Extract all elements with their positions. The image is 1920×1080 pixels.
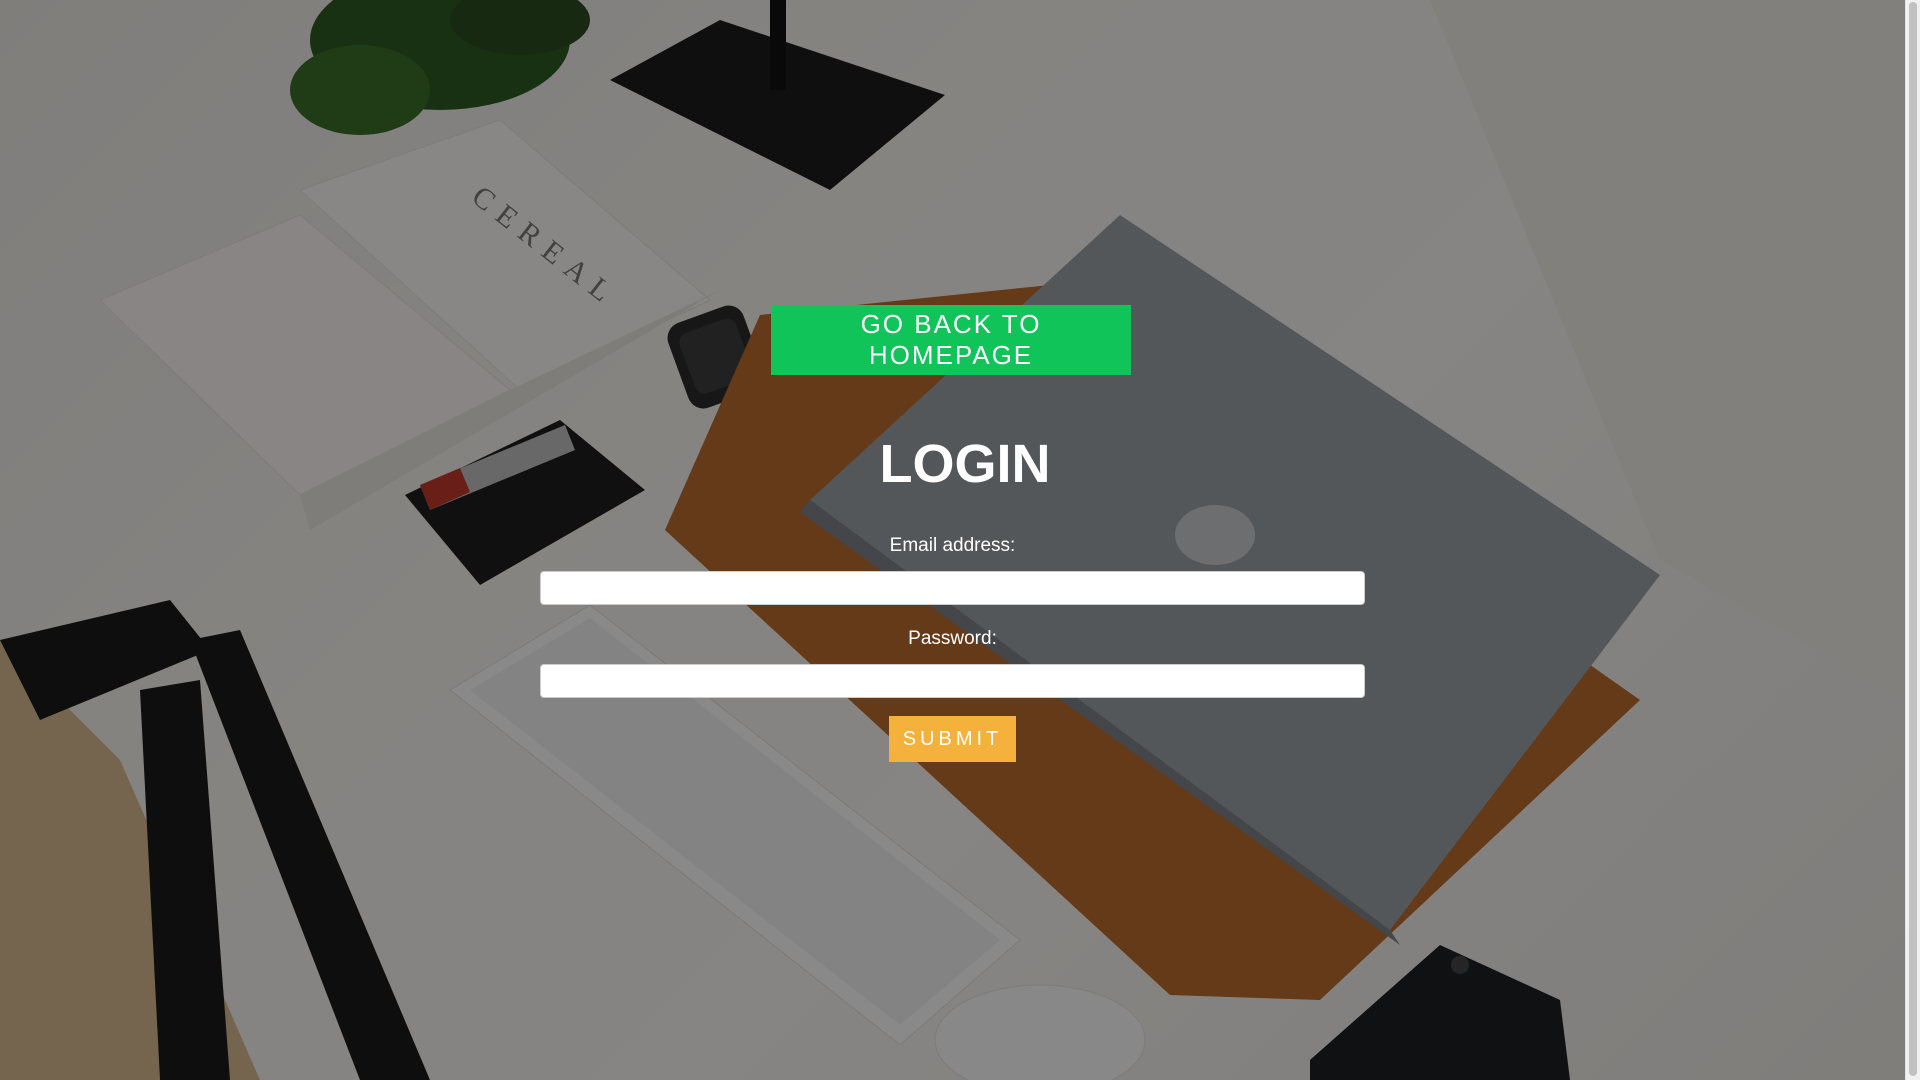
login-page: CEREAL GO BACK TO HOMEPAGE LOGIN Email a… xyxy=(0,0,1920,1080)
login-title: LOGIN xyxy=(879,434,1051,494)
password-field[interactable] xyxy=(540,664,1365,698)
password-label: Password: xyxy=(908,628,997,649)
email-field[interactable] xyxy=(540,571,1365,605)
vertical-scrollbar[interactable] xyxy=(1905,0,1920,1080)
email-label: Email address: xyxy=(889,535,1016,556)
login-content: GO BACK TO HOMEPAGE LOGIN Email address:… xyxy=(0,0,1905,1080)
scrollbar-thumb[interactable] xyxy=(1909,2,1917,1076)
go-back-homepage-button[interactable]: GO BACK TO HOMEPAGE xyxy=(771,305,1131,375)
submit-button[interactable]: SUBMIT xyxy=(889,716,1016,762)
